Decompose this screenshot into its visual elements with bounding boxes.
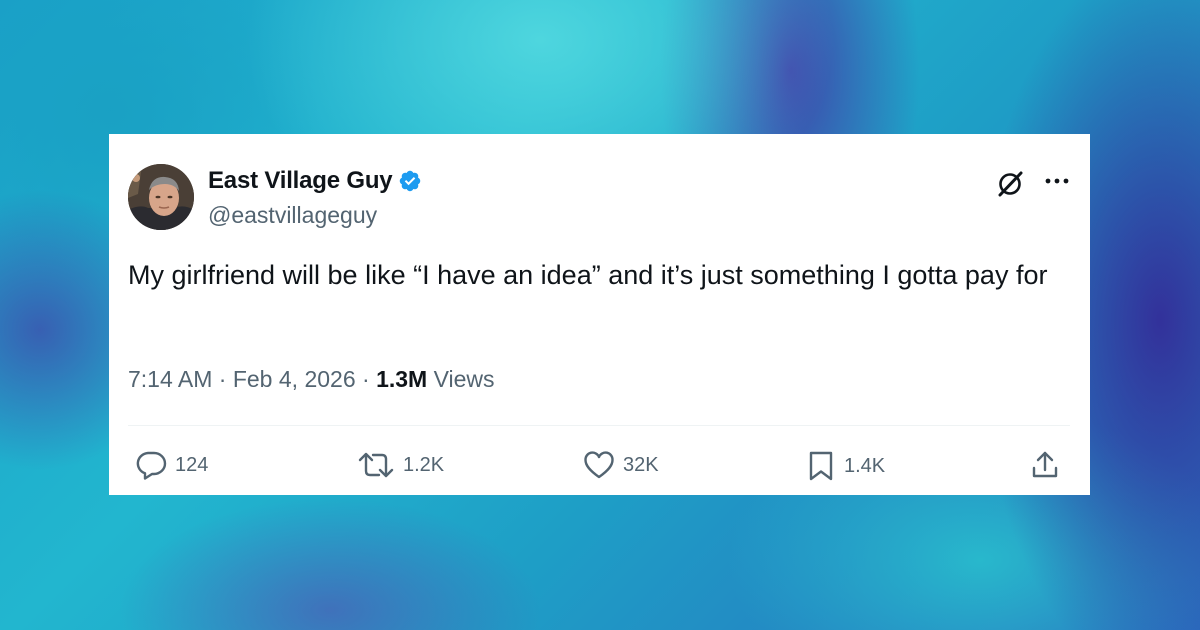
tweet-time[interactable]: 7:14 AM (128, 366, 212, 392)
grok-icon[interactable] (995, 169, 1025, 199)
divider (128, 425, 1070, 426)
reply-icon (136, 451, 167, 480)
repost-count: 1.2K (403, 453, 445, 476)
heart-icon (584, 451, 614, 479)
bookmark-count: 1.4K (844, 454, 886, 477)
repost-icon (358, 452, 394, 478)
reply-button[interactable]: 124 (135, 450, 208, 480)
tweet-card: East Village Guy @eastvillageguy My girl… (109, 134, 1090, 495)
share-icon[interactable] (1030, 450, 1060, 480)
views-count[interactable]: 1.3M (376, 366, 427, 392)
bookmark-icon (809, 451, 833, 481)
tweet-meta: 7:14 AM · Feb 4, 2026 · 1.3M Views (128, 366, 495, 393)
tweet-text: My girlfriend will be like “I have an id… (128, 260, 1048, 290)
user-handle[interactable]: @eastvillageguy (208, 202, 377, 229)
meta-separator: · (362, 366, 370, 392)
like-button[interactable]: 32K (583, 450, 659, 480)
profile-photo-icon (128, 164, 194, 230)
page: { "theme": { "text_primary": "#0f1419", … (0, 0, 1200, 630)
more-icon[interactable] (1044, 174, 1070, 188)
reply-count: 124 (175, 453, 209, 476)
views-label: Views (433, 366, 495, 392)
meta-separator: · (218, 366, 227, 392)
verified-badge-icon (398, 169, 422, 193)
repost-button[interactable]: 1.2K (357, 450, 444, 480)
display-name[interactable]: East Village Guy (208, 167, 393, 195)
bookmark-button[interactable]: 1.4K (806, 450, 885, 482)
like-count: 32K (623, 453, 659, 476)
avatar[interactable] (128, 164, 194, 230)
name-row: East Village Guy (208, 167, 422, 195)
tweet-date[interactable]: Feb 4, 2026 (233, 366, 356, 392)
